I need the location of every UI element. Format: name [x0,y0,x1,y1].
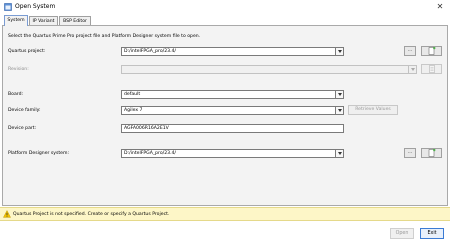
device-family-combo[interactable]: Agilex 7 [121,106,344,115]
open-button[interactable]: Open [390,228,414,239]
device-part-value: AGFA006R16A2E1V [124,126,169,131]
message-bar: Quartus Project is not specified. Create… [0,207,450,221]
quartus-project-value: D:/intelFPGA_pro/23.4/ [124,49,176,54]
chevron-down-icon[interactable] [408,66,416,73]
tab-system[interactable]: System [4,15,28,26]
revision-settings-button[interactable] [421,64,442,74]
board-label: Board: [8,92,24,97]
platform-designer-browse-button[interactable]: ... [404,148,416,158]
exit-button[interactable]: Exit [420,228,444,239]
chevron-down-icon[interactable] [335,150,343,157]
document-icon [428,65,435,73]
platform-designer-combo[interactable]: D:/intelFPGA_pro/23.4/ [121,149,344,158]
chevron-down-icon[interactable] [335,48,343,55]
warning-icon [3,210,11,218]
board-value: default [124,92,141,97]
window-title: Open System [15,3,56,10]
new-platform-designer-system-button[interactable] [421,148,442,158]
close-icon[interactable]: ✕ [434,1,446,12]
revision-combo[interactable] [121,65,417,74]
app-window-icon [4,3,12,11]
new-file-icon [428,149,435,157]
revision-label: Revision: [8,67,29,72]
board-combo[interactable]: default [121,90,344,99]
chevron-down-icon[interactable] [335,107,343,114]
chevron-down-icon[interactable] [335,91,343,98]
new-file-icon [428,47,435,55]
instruction-text: Select the Quartus Prime Pro project fil… [8,34,201,39]
device-family-value: Agilex 7 [124,108,143,113]
title-bar: Open System ✕ [0,0,450,14]
device-part-field[interactable]: AGFA006R16A2E1V [121,124,344,133]
quartus-project-label: Quartus project: [8,49,46,54]
platform-designer-value: D:/intelFPGA_pro/23.4/ [124,151,176,156]
device-family-label: Device family: [8,108,41,113]
retrieve-values-button[interactable]: Retrieve Values [348,105,398,115]
platform-designer-label: Platform Designer system: [8,151,70,156]
quartus-project-combo[interactable]: D:/intelFPGA_pro/23.4/ [121,47,344,56]
quartus-project-browse-button[interactable]: ... [404,46,416,56]
status-message: Quartus Project is not specified. Create… [13,212,170,217]
new-quartus-project-button[interactable] [421,46,442,56]
device-part-label: Device part: [8,126,37,131]
